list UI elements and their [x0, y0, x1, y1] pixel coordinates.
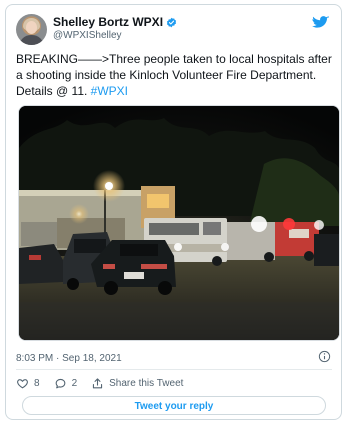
night-scene-photo [19, 106, 339, 340]
like-action[interactable]: 8 [16, 377, 40, 390]
tweet-text: BREAKING——>Three people taken to local h… [16, 51, 336, 99]
tweet-body: BREAKING——>Three people taken to local h… [16, 52, 332, 98]
tweet-your-reply-button[interactable]: Tweet your reply [22, 396, 326, 415]
tweet-photo[interactable] [18, 105, 340, 341]
tweet-card: Shelley Bortz WPXI @WPXIShelley BREAKING… [5, 4, 342, 420]
tweet-timestamp[interactable]: 8:03 PM · Sep 18, 2021 [16, 353, 122, 364]
share-icon [93, 378, 103, 389]
share-label: Share this Tweet [109, 378, 184, 389]
author-handle[interactable]: @WPXIShelley [53, 30, 122, 42]
share-action[interactable]: Share this Tweet [91, 377, 183, 390]
heart-icon [17, 379, 28, 389]
twitter-bird-icon[interactable] [312, 16, 329, 30]
hashtag-link[interactable]: #WPXI [91, 84, 128, 98]
avatar[interactable] [16, 14, 47, 45]
avatar-body [19, 35, 44, 45]
divider [16, 369, 332, 370]
avatar-face [26, 21, 37, 34]
action-bar: 8 2 Share this Tweet [16, 377, 197, 390]
reply-bubble-icon [55, 378, 65, 389]
reply-action[interactable]: 2 [54, 377, 78, 390]
info-icon[interactable] [318, 350, 331, 363]
like-count: 8 [34, 378, 40, 389]
display-name[interactable]: Shelley Bortz WPXI [53, 15, 163, 29]
author-name-row[interactable]: Shelley Bortz WPXI [53, 15, 177, 29]
reply-count: 2 [71, 378, 78, 389]
verified-badge-icon [166, 17, 177, 27]
